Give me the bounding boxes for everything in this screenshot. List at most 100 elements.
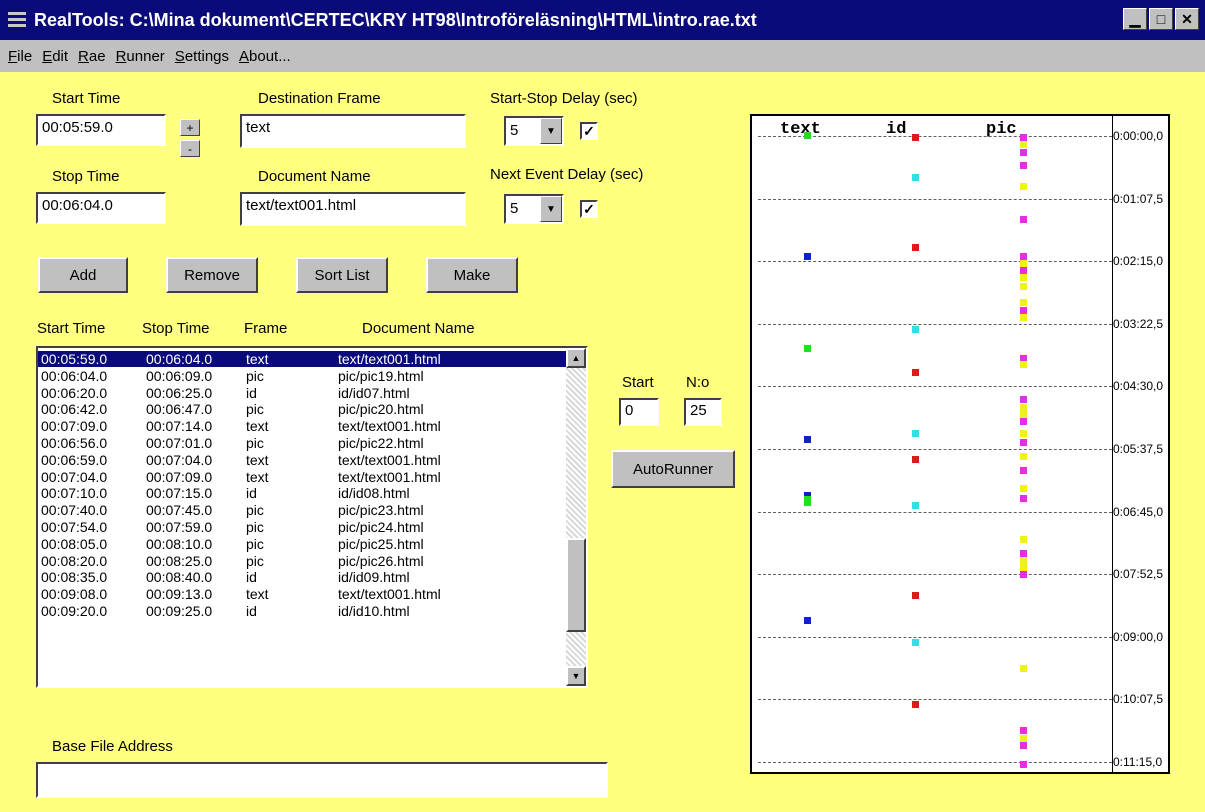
list-row[interactable]: 00:05:59.0 00:06:04.0 text text/text001.htm… [38,351,566,367]
timeline-event-mark [1020,535,1027,543]
list-row[interactable]: 00:08:20.0 00:08:25.0 pic pic/pic26.html [38,553,566,569]
list-row[interactable]: 00:09:20.0 00:09:25.0 id id/id10.html [38,603,566,619]
menu-file[interactable]: File [8,48,32,65]
list-row[interactable]: 00:06:42.0 00:06:47.0 pic pic/pic20.html [38,401,566,417]
row-frame: pic [246,535,264,552]
timeline-event-mark [1020,252,1027,260]
start-stop-delay-select[interactable]: 5 ▼ [504,116,564,146]
row-frame: text [246,351,269,367]
destination-frame-input[interactable]: text [240,114,466,148]
list-row[interactable]: 00:07:54.0 00:07:59.0 pic pic/pic24.html [38,519,566,535]
row-stop-time: 00:08:10.0 [146,535,213,552]
timeline-event-mark [912,173,919,181]
list-row[interactable]: 00:06:59.0 00:07:04.0 text text/text001.htm… [38,452,566,468]
list-row[interactable]: 00:07:40.0 00:07:45.0 pic pic/pic23.html [38,502,566,518]
chevron-down-icon[interactable]: ▼ [540,196,562,222]
menu-settings[interactable]: Settings [175,48,229,65]
runner-count-label: N:o [686,374,710,391]
make-button[interactable]: Make [426,257,518,293]
row-start-time: 00:06:20.0 [41,384,108,401]
timeline-gridline [758,511,1112,513]
timeline-gridline [758,261,1112,263]
next-event-delay-checkbox[interactable]: ✓ [580,200,598,218]
timeline-tick-label: 0:04:30,0 [1113,379,1164,394]
row-start-time: 00:06:56.0 [41,435,108,451]
minimize-button[interactable]: ▁ [1123,8,1147,30]
list-row[interactable]: 00:06:04.0 00:06:09.0 pic pic/pic19.html [38,368,566,384]
document-name-input[interactable]: text/text001.html [240,192,466,226]
timeline-event-mark [912,592,919,600]
scroll-down-button[interactable]: ▼ [566,666,586,686]
base-file-input[interactable] [36,762,608,798]
timeline-tick-label: 0:10:07,5 [1113,692,1164,707]
list-scrollbar[interactable]: ▲ ▼ [566,348,586,686]
runner-start-input[interactable]: 0 [619,398,659,426]
list-row[interactable]: 00:09:08.0 00:09:13.0 text text/text001.htm… [38,586,566,602]
next-event-delay-select[interactable]: 5 ▼ [504,194,564,224]
add-button[interactable]: Add [38,257,128,293]
menu-runner[interactable]: Runner [116,48,165,65]
timeline-event-mark [1020,549,1027,557]
start-stop-delay-checkbox[interactable]: ✓ [580,122,598,140]
start-stop-delay-value: 5 [510,122,519,139]
row-frame: pic [246,519,264,535]
start-time-input[interactable]: 00:05:59.0 [36,114,166,146]
list-row[interactable]: 00:07:10.0 00:07:15.0 id id/id08.html [38,485,566,501]
timeline-tick-label: 0:07:52,5 [1113,567,1164,582]
row-document-name: text/text001.html [338,418,441,435]
runner-count-input[interactable]: 25 [684,398,722,426]
row-frame: pic [246,367,264,384]
row-frame: text [246,586,269,603]
decrement-time-button[interactable]: - [180,140,200,157]
row-stop-time: 00:06:47.0 [146,401,213,418]
row-document-name: pic/pic26.html [338,552,424,569]
list-row[interactable]: 00:06:20.0 00:06:25.0 id id/id07.html [38,385,566,401]
runner-start-label: Start [622,374,654,391]
sort-list-button[interactable]: Sort List [296,257,388,293]
scroll-thumb[interactable] [566,538,586,632]
header-document-name: Document Name [362,320,475,337]
stop-time-input[interactable]: 00:06:04.0 [36,192,166,224]
timeline-tick-label: 0:03:22,5 [1113,316,1164,331]
timeline-event-mark [912,326,919,334]
timeline-event-mark [1020,727,1027,735]
row-stop-time: 00:09:13.0 [146,586,213,603]
row-document-name: id/id09.html [338,569,410,586]
window-title: RealTools: C:\Mina dokument\CERTEC\KRY H… [34,9,757,30]
scroll-up-button[interactable]: ▲ [566,348,586,368]
menu-about[interactable]: About... [239,48,291,65]
chevron-down-icon[interactable]: ▼ [540,118,562,144]
list-row[interactable]: 00:07:04.0 00:07:09.0 text text/text001.htm… [38,469,566,485]
list-row[interactable]: 00:08:05.0 00:08:10.0 pic pic/pic25.html [38,536,566,552]
timeline-event-mark [1020,306,1027,314]
event-list[interactable]: 00:05:59.0 00:06:04.0 text text/text001.htm… [36,346,588,688]
increment-time-button[interactable]: + [180,119,200,136]
timeline-event-mark [1020,485,1027,493]
app-icon[interactable] [8,11,26,29]
timeline-event-mark [1020,274,1027,282]
timeline-view[interactable]: text id pic 0:00:00,0 0:01:07,5 0:02:15,0 0… [750,114,1170,774]
title-bar[interactable]: RealTools: C:\Mina dokument\CERTEC\KRY H… [0,0,1205,40]
menu-edit[interactable]: Edit [42,48,68,65]
row-frame: pic [246,435,264,451]
close-button[interactable]: ✕ [1175,8,1199,30]
row-frame: pic [246,502,264,519]
list-row[interactable]: 00:08:35.0 00:08:40.0 id id/id09.html [38,569,566,585]
menu-rae[interactable]: Rae [78,48,106,65]
timeline-gridline [758,574,1112,576]
list-row[interactable]: 00:06:56.0 00:07:01.0 pic pic/pic22.html [38,435,566,451]
row-stop-time: 00:07:01.0 [146,435,213,451]
timeline-tick-label: 0:06:45,0 [1113,504,1164,519]
row-stop-time: 00:07:45.0 [146,502,213,519]
timeline-event-mark [912,638,919,646]
timeline-tick-label: 0:09:00,0 [1113,629,1164,644]
timeline-tick-label: 0:00:00,0 [1113,129,1164,143]
maximize-button[interactable]: □ [1149,8,1173,30]
next-event-delay-value: 5 [510,200,519,217]
remove-button[interactable]: Remove [166,257,258,293]
row-start-time: 00:07:40.0 [41,502,108,519]
timeline-event-mark [912,455,919,463]
timeline-gridline [758,198,1112,200]
autorunner-button[interactable]: AutoRunner [611,450,735,488]
list-row[interactable]: 00:07:09.0 00:07:14.0 text text/text001.htm… [38,418,566,434]
